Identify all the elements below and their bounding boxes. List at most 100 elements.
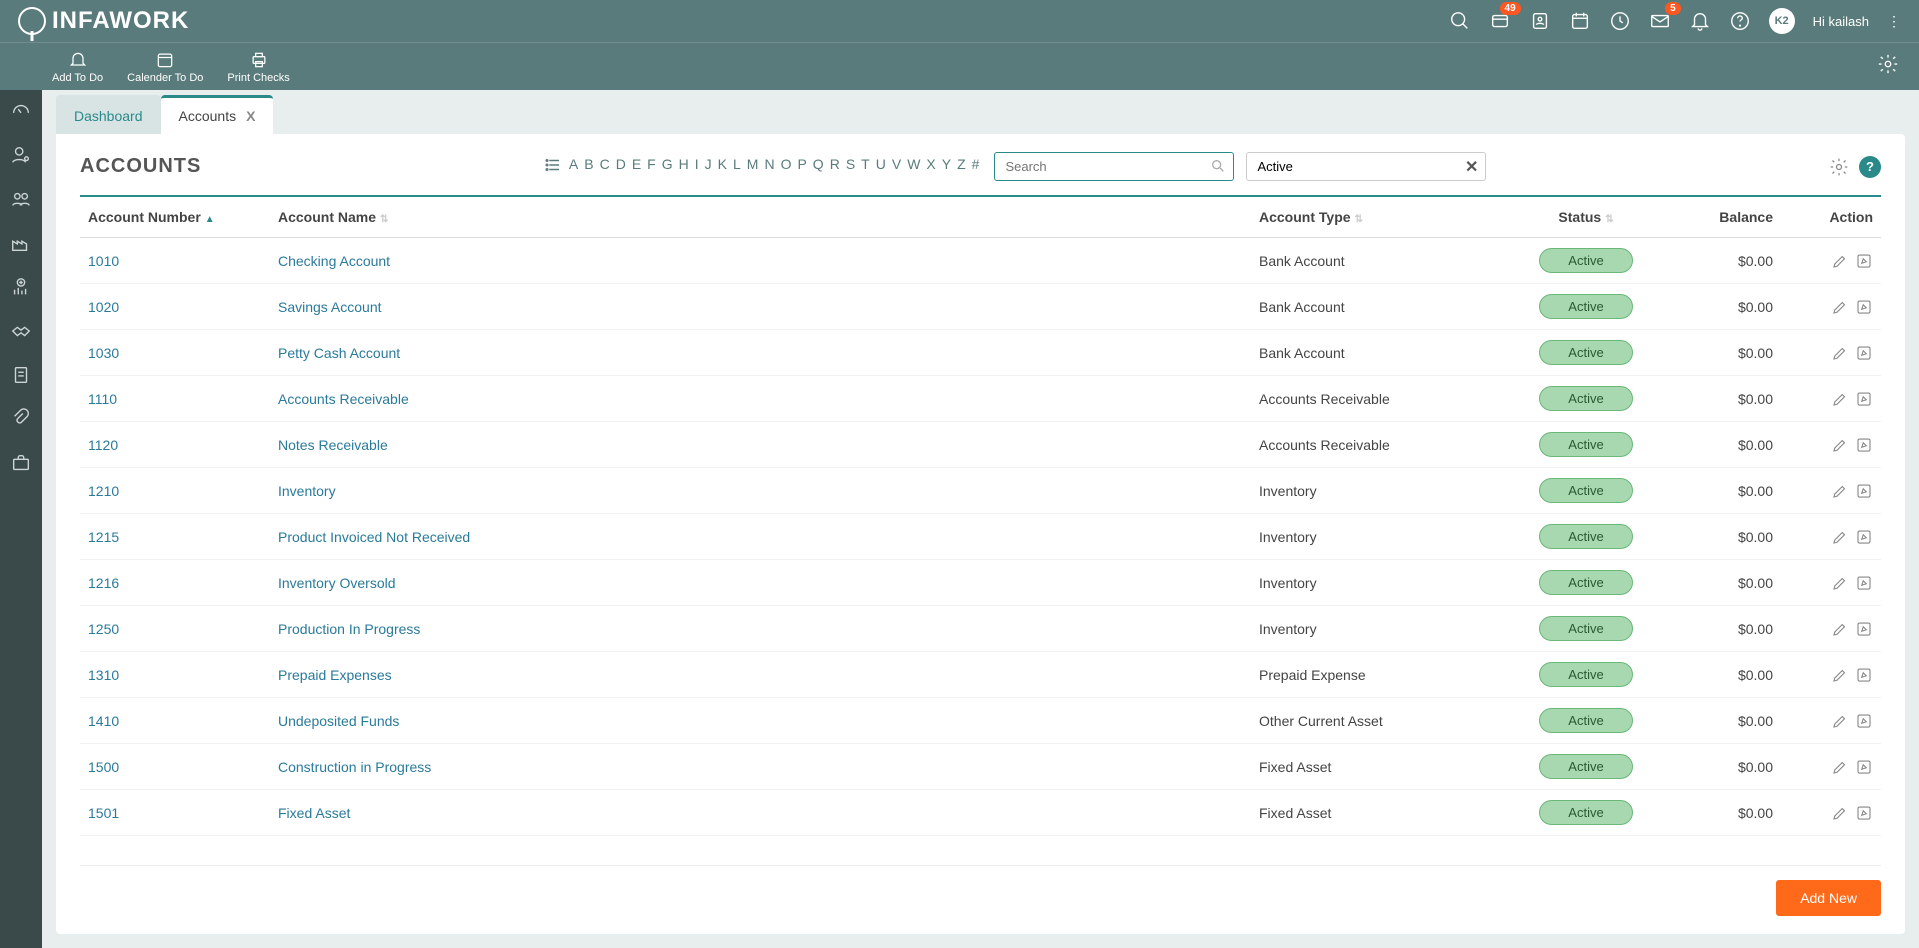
edit-icon[interactable] — [1831, 482, 1849, 500]
edit-box-icon[interactable] — [1855, 298, 1873, 316]
tab-dashboard[interactable]: Dashboard — [56, 95, 161, 134]
edit-box-icon[interactable] — [1855, 574, 1873, 592]
edit-box-icon[interactable] — [1855, 758, 1873, 776]
add-new-button[interactable]: Add New — [1776, 880, 1881, 916]
sidebar-handshake-icon[interactable] — [10, 320, 32, 342]
toolbar-settings-icon[interactable] — [1877, 53, 1899, 80]
help-icon[interactable] — [1729, 10, 1751, 32]
sidebar-users-icon[interactable] — [10, 188, 32, 210]
alpha-L[interactable]: L — [733, 156, 741, 172]
cell-name[interactable]: Petty Cash Account — [270, 330, 1251, 376]
edit-icon[interactable] — [1831, 344, 1849, 362]
filter-input[interactable] — [1246, 152, 1486, 181]
sidebar-user-icon[interactable] — [10, 144, 32, 166]
alpha-C[interactable]: C — [600, 156, 610, 172]
alpha-K[interactable]: K — [718, 156, 727, 172]
alpha-H[interactable]: H — [679, 156, 689, 172]
edit-icon[interactable] — [1831, 390, 1849, 408]
calendar-todo-button[interactable]: Calender To Do — [127, 50, 203, 84]
calendar-icon[interactable] — [1569, 10, 1591, 32]
alpha-S[interactable]: S — [846, 156, 855, 172]
edit-icon[interactable] — [1831, 298, 1849, 316]
cell-name[interactable]: Inventory Oversold — [270, 560, 1251, 606]
edit-box-icon[interactable] — [1855, 482, 1873, 500]
filter-clear-icon[interactable]: ✕ — [1465, 157, 1478, 177]
cell-number[interactable]: 1410 — [80, 698, 270, 744]
alpha-X[interactable]: X — [926, 156, 935, 172]
edit-box-icon[interactable] — [1855, 712, 1873, 730]
cell-number[interactable]: 1010 — [80, 238, 270, 284]
cell-number[interactable]: 1501 — [80, 790, 270, 836]
edit-icon[interactable] — [1831, 804, 1849, 822]
panel-help-icon[interactable]: ? — [1859, 156, 1881, 178]
cell-name[interactable]: Notes Receivable — [270, 422, 1251, 468]
alpha-Z[interactable]: Z — [957, 156, 966, 172]
mail-icon[interactable]: 5 — [1649, 10, 1671, 32]
cell-name[interactable]: Fixed Asset — [270, 790, 1251, 836]
sidebar-dashboard-icon[interactable] — [10, 100, 32, 122]
sidebar-attachment-icon[interactable] — [10, 408, 32, 430]
cell-name[interactable]: Checking Account — [270, 238, 1251, 284]
alpha-N[interactable]: N — [764, 156, 774, 172]
table-settings-icon[interactable] — [1829, 157, 1849, 177]
edit-box-icon[interactable] — [1855, 804, 1873, 822]
alpha-#[interactable]: # — [972, 156, 980, 172]
alpha-D[interactable]: D — [616, 156, 626, 172]
edit-icon[interactable] — [1831, 666, 1849, 684]
alpha-P[interactable]: P — [797, 156, 806, 172]
cell-name[interactable]: Accounts Receivable — [270, 376, 1251, 422]
alpha-G[interactable]: G — [662, 156, 673, 172]
alpha-Y[interactable]: Y — [942, 156, 951, 172]
edit-box-icon[interactable] — [1855, 620, 1873, 638]
list-view-icon[interactable] — [544, 156, 562, 177]
contacts-icon[interactable] — [1529, 10, 1551, 32]
cell-number[interactable]: 1310 — [80, 652, 270, 698]
edit-box-icon[interactable] — [1855, 344, 1873, 362]
more-menu-icon[interactable]: ⋮ — [1887, 13, 1901, 30]
cell-number[interactable]: 1030 — [80, 330, 270, 376]
edit-icon[interactable] — [1831, 620, 1849, 638]
print-checks-button[interactable]: Print Checks — [227, 50, 289, 84]
cell-number[interactable]: 1110 — [80, 376, 270, 422]
edit-box-icon[interactable] — [1855, 666, 1873, 684]
cell-name[interactable]: Product Invoiced Not Received — [270, 514, 1251, 560]
alpha-O[interactable]: O — [781, 156, 792, 172]
alpha-M[interactable]: M — [747, 156, 759, 172]
sidebar-briefcase-icon[interactable] — [10, 452, 32, 474]
cell-name[interactable]: Savings Account — [270, 284, 1251, 330]
alpha-V[interactable]: V — [892, 156, 901, 172]
edit-icon[interactable] — [1831, 712, 1849, 730]
alpha-I[interactable]: I — [695, 156, 699, 172]
cell-name[interactable]: Prepaid Expenses — [270, 652, 1251, 698]
edit-box-icon[interactable] — [1855, 528, 1873, 546]
add-todo-button[interactable]: Add To Do — [52, 50, 103, 84]
search-icon[interactable] — [1449, 10, 1471, 32]
cell-name[interactable]: Inventory — [270, 468, 1251, 514]
alpha-U[interactable]: U — [876, 156, 886, 172]
col-account-name[interactable]: Account Name⇅ — [270, 197, 1251, 238]
alpha-T[interactable]: T — [861, 156, 870, 172]
alpha-B[interactable]: B — [584, 156, 593, 172]
edit-icon[interactable] — [1831, 252, 1849, 270]
cell-number[interactable]: 1215 — [80, 514, 270, 560]
alpha-W[interactable]: W — [907, 156, 920, 172]
edit-box-icon[interactable] — [1855, 436, 1873, 454]
edit-icon[interactable] — [1831, 574, 1849, 592]
edit-box-icon[interactable] — [1855, 252, 1873, 270]
alpha-F[interactable]: F — [647, 156, 656, 172]
alpha-E[interactable]: E — [632, 156, 641, 172]
notification-icon[interactable]: 49 — [1489, 10, 1511, 32]
avatar[interactable]: K2 — [1769, 8, 1795, 34]
tab-accounts[interactable]: Accounts X — [161, 95, 274, 134]
col-status[interactable]: Status⇅ — [1511, 197, 1661, 238]
edit-box-icon[interactable] — [1855, 390, 1873, 408]
alpha-R[interactable]: R — [830, 156, 840, 172]
sidebar-receipt-icon[interactable] — [10, 364, 32, 386]
sidebar-money-icon[interactable] — [10, 276, 32, 298]
alpha-A[interactable]: A — [569, 156, 578, 172]
col-account-type[interactable]: Account Type⇅ — [1251, 197, 1511, 238]
edit-icon[interactable] — [1831, 758, 1849, 776]
col-account-number[interactable]: Account Number▲ — [80, 197, 270, 238]
cell-name[interactable]: Undeposited Funds — [270, 698, 1251, 744]
edit-icon[interactable] — [1831, 436, 1849, 454]
